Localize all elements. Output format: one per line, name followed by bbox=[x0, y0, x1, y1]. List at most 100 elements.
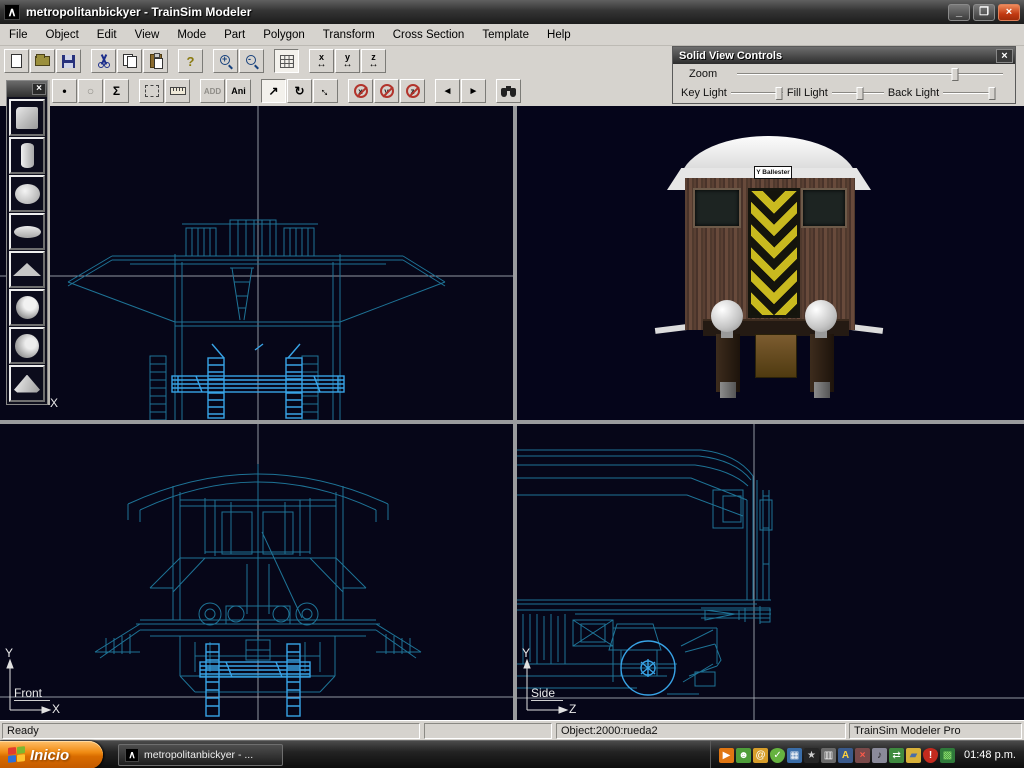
help-button[interactable]: ? bbox=[178, 49, 203, 73]
back-light-slider[interactable] bbox=[943, 86, 995, 100]
copy-button[interactable] bbox=[117, 49, 142, 73]
next-button[interactable]: ► bbox=[461, 79, 486, 103]
axis-x-label-top-left: X bbox=[50, 396, 58, 410]
cone-tool-button[interactable] bbox=[9, 365, 45, 402]
scale-tool-button[interactable]: ↔ bbox=[313, 79, 338, 103]
solid-view-controls-titlebar[interactable]: Solid View Controls × bbox=[673, 47, 1015, 64]
security-alert-tray-icon[interactable]: ! bbox=[923, 748, 938, 763]
menu-cross-section[interactable]: Cross Section bbox=[384, 26, 474, 44]
tray-clock[interactable]: 01:48 p.m. bbox=[964, 749, 1016, 761]
key-light-slider[interactable] bbox=[731, 86, 783, 100]
status-empty-panel bbox=[424, 723, 552, 739]
open-button[interactable] bbox=[30, 49, 55, 73]
sigma-button[interactable]: Σ bbox=[104, 79, 129, 103]
menu-template[interactable]: Template bbox=[473, 26, 538, 44]
menu-polygon[interactable]: Polygon bbox=[254, 26, 314, 44]
sigma-icon: Σ bbox=[113, 84, 120, 98]
close-button[interactable]: × bbox=[998, 4, 1020, 21]
fill-light-slider[interactable] bbox=[832, 86, 884, 100]
cylinder-tool-button[interactable] bbox=[9, 137, 45, 174]
paste-button[interactable] bbox=[143, 49, 168, 73]
taskbar-app-button[interactable]: ∧ metropolitanbickyer - ... bbox=[118, 744, 283, 766]
viewport-top-left-wireframe[interactable]: X bbox=[0, 106, 513, 420]
select-rect-button[interactable] bbox=[139, 79, 164, 103]
network-warning-tray-icon[interactable]: A bbox=[838, 748, 853, 763]
circle-icon: ○ bbox=[87, 84, 94, 98]
menu-file[interactable]: File bbox=[0, 26, 37, 44]
menu-mode[interactable]: Mode bbox=[168, 26, 215, 44]
viewport-splitter-horizontal[interactable] bbox=[0, 420, 1024, 424]
menu-view[interactable]: View bbox=[126, 26, 169, 44]
lock-x-button[interactable]: x bbox=[348, 79, 373, 103]
loco-chevron-panel bbox=[748, 188, 800, 318]
star-tray-icon[interactable]: ★ bbox=[804, 748, 819, 763]
app-icon: ∧ bbox=[4, 4, 20, 20]
lock-y-button[interactable]: y bbox=[374, 79, 399, 103]
solid-view-controls-close-button[interactable]: × bbox=[996, 49, 1013, 63]
palette-close-button[interactable]: × bbox=[32, 83, 46, 95]
start-button[interactable]: Inicio bbox=[0, 741, 103, 768]
volume-tray-icon[interactable]: ♪ bbox=[872, 748, 887, 763]
selection-rect-icon bbox=[145, 85, 159, 97]
axis-y-label-side: Y bbox=[522, 646, 530, 660]
media-player-tray-icon[interactable]: ▶ bbox=[719, 748, 734, 763]
folder-tray-icon[interactable]: ▰ bbox=[906, 748, 921, 763]
sphere-tool-button[interactable] bbox=[9, 175, 45, 212]
mirror-y-button[interactable]: y↔ bbox=[335, 49, 360, 73]
measure-button[interactable] bbox=[165, 79, 190, 103]
axis-z-label-side: Z bbox=[569, 702, 576, 716]
box-tool-button[interactable] bbox=[9, 99, 45, 136]
point-button[interactable]: • bbox=[52, 79, 77, 103]
prev-button[interactable]: ◄ bbox=[435, 79, 460, 103]
animate-button[interactable]: Ani bbox=[226, 79, 251, 103]
menu-part[interactable]: Part bbox=[215, 26, 254, 44]
primitives-palette-titlebar[interactable]: × bbox=[7, 81, 47, 97]
mirror-x-button[interactable]: x↔ bbox=[309, 49, 334, 73]
viewport-splitter-vertical[interactable] bbox=[513, 106, 517, 720]
taskbar-app-label: metropolitanbickyer - ... bbox=[144, 749, 253, 761]
menu-help[interactable]: Help bbox=[538, 26, 580, 44]
disc-tool-button[interactable] bbox=[9, 213, 45, 250]
wedge-tool-button[interactable] bbox=[9, 251, 45, 288]
viewport-front-wireframe[interactable]: Y Front X bbox=[0, 424, 513, 720]
circle-button[interactable]: ○ bbox=[78, 79, 103, 103]
dome-tool-button[interactable] bbox=[9, 327, 45, 364]
grid-toggle-button[interactable] bbox=[274, 49, 299, 73]
viewport-side-wireframe[interactable]: Y Side Z bbox=[517, 424, 1024, 720]
fill-light-slider-thumb[interactable] bbox=[857, 87, 864, 100]
mirror-z-button[interactable]: z↔ bbox=[361, 49, 386, 73]
cut-button[interactable] bbox=[91, 49, 116, 73]
device-tray-icon[interactable]: ▥ bbox=[821, 748, 836, 763]
wireframe-front-zoom bbox=[0, 106, 513, 420]
viewport-solid-3d[interactable]: Y Ballester bbox=[517, 106, 1024, 420]
menu-edit[interactable]: Edit bbox=[88, 26, 126, 44]
move-tool-button[interactable]: ↗ bbox=[261, 79, 286, 103]
menu-transform[interactable]: Transform bbox=[314, 26, 384, 44]
zoom-out-button[interactable]: - bbox=[239, 49, 264, 73]
front-view-label: Front bbox=[14, 686, 50, 701]
update-tray-icon[interactable]: @ bbox=[753, 748, 768, 763]
new-button[interactable] bbox=[4, 49, 29, 73]
restore-button[interactable]: ❐ bbox=[973, 4, 995, 21]
back-light-slider-thumb[interactable] bbox=[988, 87, 995, 100]
sync-tray-icon[interactable]: ⇄ bbox=[889, 748, 904, 763]
add-button[interactable]: ADD bbox=[200, 79, 225, 103]
network-offline-tray-icon[interactable]: × bbox=[855, 748, 870, 763]
loco-headboard-sign: Y Ballester bbox=[754, 166, 792, 179]
network-places-tray-icon[interactable]: ▦ bbox=[787, 748, 802, 763]
menu-object[interactable]: Object bbox=[37, 26, 88, 44]
lock-z-button[interactable]: z bbox=[400, 79, 425, 103]
geosphere-tool-button[interactable] bbox=[9, 289, 45, 326]
messenger-tray-icon[interactable]: ☻ bbox=[736, 748, 751, 763]
zoom-slider-thumb[interactable] bbox=[952, 68, 959, 81]
zoom-in-button[interactable]: + bbox=[213, 49, 238, 73]
zoom-slider[interactable] bbox=[737, 67, 1003, 81]
antivirus-ok-tray-icon[interactable]: ✓ bbox=[770, 748, 785, 763]
quick-launch-tray-icon[interactable]: ▩ bbox=[940, 748, 955, 763]
minimize-button[interactable]: _ bbox=[948, 4, 970, 21]
save-button[interactable] bbox=[56, 49, 81, 73]
key-light-slider-thumb[interactable] bbox=[776, 87, 783, 100]
find-button[interactable] bbox=[496, 79, 521, 103]
copy-icon bbox=[123, 54, 137, 68]
rotate-tool-button[interactable]: ↻ bbox=[287, 79, 312, 103]
